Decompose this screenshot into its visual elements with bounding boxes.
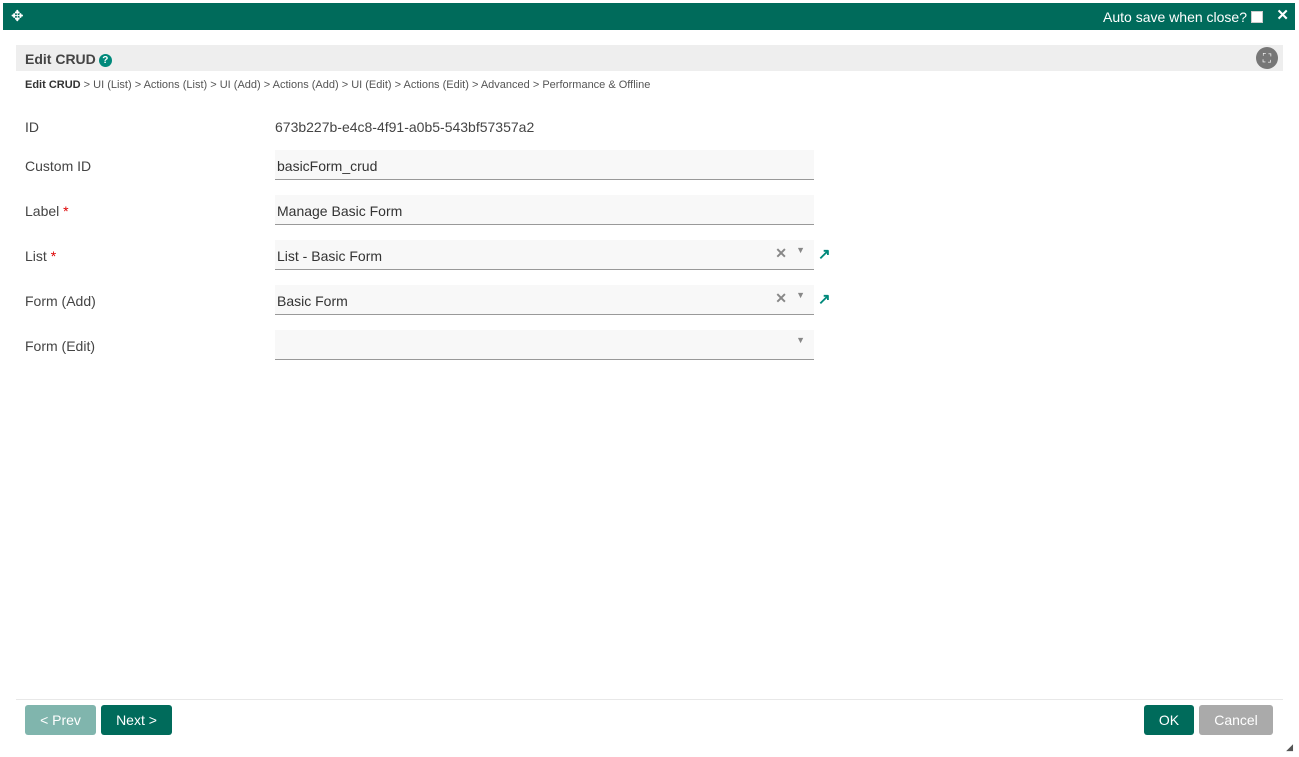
breadcrumb-item[interactable]: UI (List) [93, 79, 132, 91]
help-icon[interactable]: ? [98, 54, 112, 67]
autosave-label: Auto save when close? [1103, 9, 1247, 25]
breadcrumb-item[interactable]: Actions (Add) [273, 79, 339, 91]
form-add-value: Basic Form [277, 293, 348, 309]
id-value: 673b227b-e4c8-4f91-a0b5-543bf57357a2 [275, 119, 535, 135]
breadcrumb-item[interactable]: Actions (List) [144, 79, 208, 91]
external-link-icon[interactable]: ↗ [818, 245, 831, 263]
breadcrumb-item[interactable]: Actions (Edit) [403, 79, 468, 91]
list-value: List - Basic Form [277, 248, 383, 264]
breadcrumb-item[interactable]: UI (Add) [220, 79, 261, 91]
list-label: List [25, 248, 47, 264]
clear-icon[interactable]: ✕ [775, 290, 787, 307]
clear-icon[interactable]: ✕ [775, 245, 787, 262]
prev-button[interactable]: < Prev [25, 705, 96, 735]
breadcrumb-current: Edit CRUD [25, 79, 81, 91]
custom-id-label: Custom ID [25, 158, 92, 174]
next-button[interactable]: Next > [101, 705, 172, 735]
cancel-button[interactable]: Cancel [1199, 705, 1273, 735]
form-add-select[interactable]: Basic Form ✕ ▼ [275, 285, 814, 315]
divider [16, 699, 1283, 700]
panel-header: Edit CRUD? ⛶ [16, 45, 1283, 71]
title-bar: ✥ Auto save when close? ✕ [3, 3, 1295, 30]
id-label: ID [25, 119, 39, 135]
chevron-down-icon[interactable]: ▼ [796, 245, 805, 255]
form-edit-select[interactable]: ▼ [275, 330, 814, 360]
resize-handle-icon[interactable]: ◢ [1286, 742, 1293, 753]
move-icon[interactable]: ✥ [11, 7, 24, 25]
breadcrumb-item[interactable]: Advanced [481, 79, 530, 91]
fullscreen-icon[interactable]: ⛶ [1256, 47, 1278, 69]
custom-id-input[interactable]: basicForm_crud [275, 150, 814, 180]
autosave-checkbox[interactable] [1251, 11, 1263, 23]
chevron-down-icon[interactable]: ▼ [796, 290, 805, 300]
close-icon[interactable]: ✕ [1276, 6, 1289, 24]
chevron-down-icon[interactable]: ▼ [796, 335, 805, 345]
ok-button[interactable]: OK [1144, 705, 1194, 735]
label-label: Label [25, 203, 60, 219]
breadcrumb-item[interactable]: Performance & Offline [542, 79, 650, 91]
external-link-icon[interactable]: ↗ [818, 290, 831, 308]
form-add-label: Form (Add) [25, 293, 96, 309]
label-input[interactable]: Manage Basic Form [275, 195, 814, 225]
breadcrumb-item[interactable]: UI (Edit) [351, 79, 391, 91]
breadcrumb: Edit CRUD > UI (List) > Actions (List) >… [25, 79, 651, 91]
form-edit-label: Form (Edit) [25, 338, 95, 354]
list-select[interactable]: List - Basic Form ✕ ▼ [275, 240, 814, 270]
page-title: Edit CRUD [25, 51, 96, 67]
